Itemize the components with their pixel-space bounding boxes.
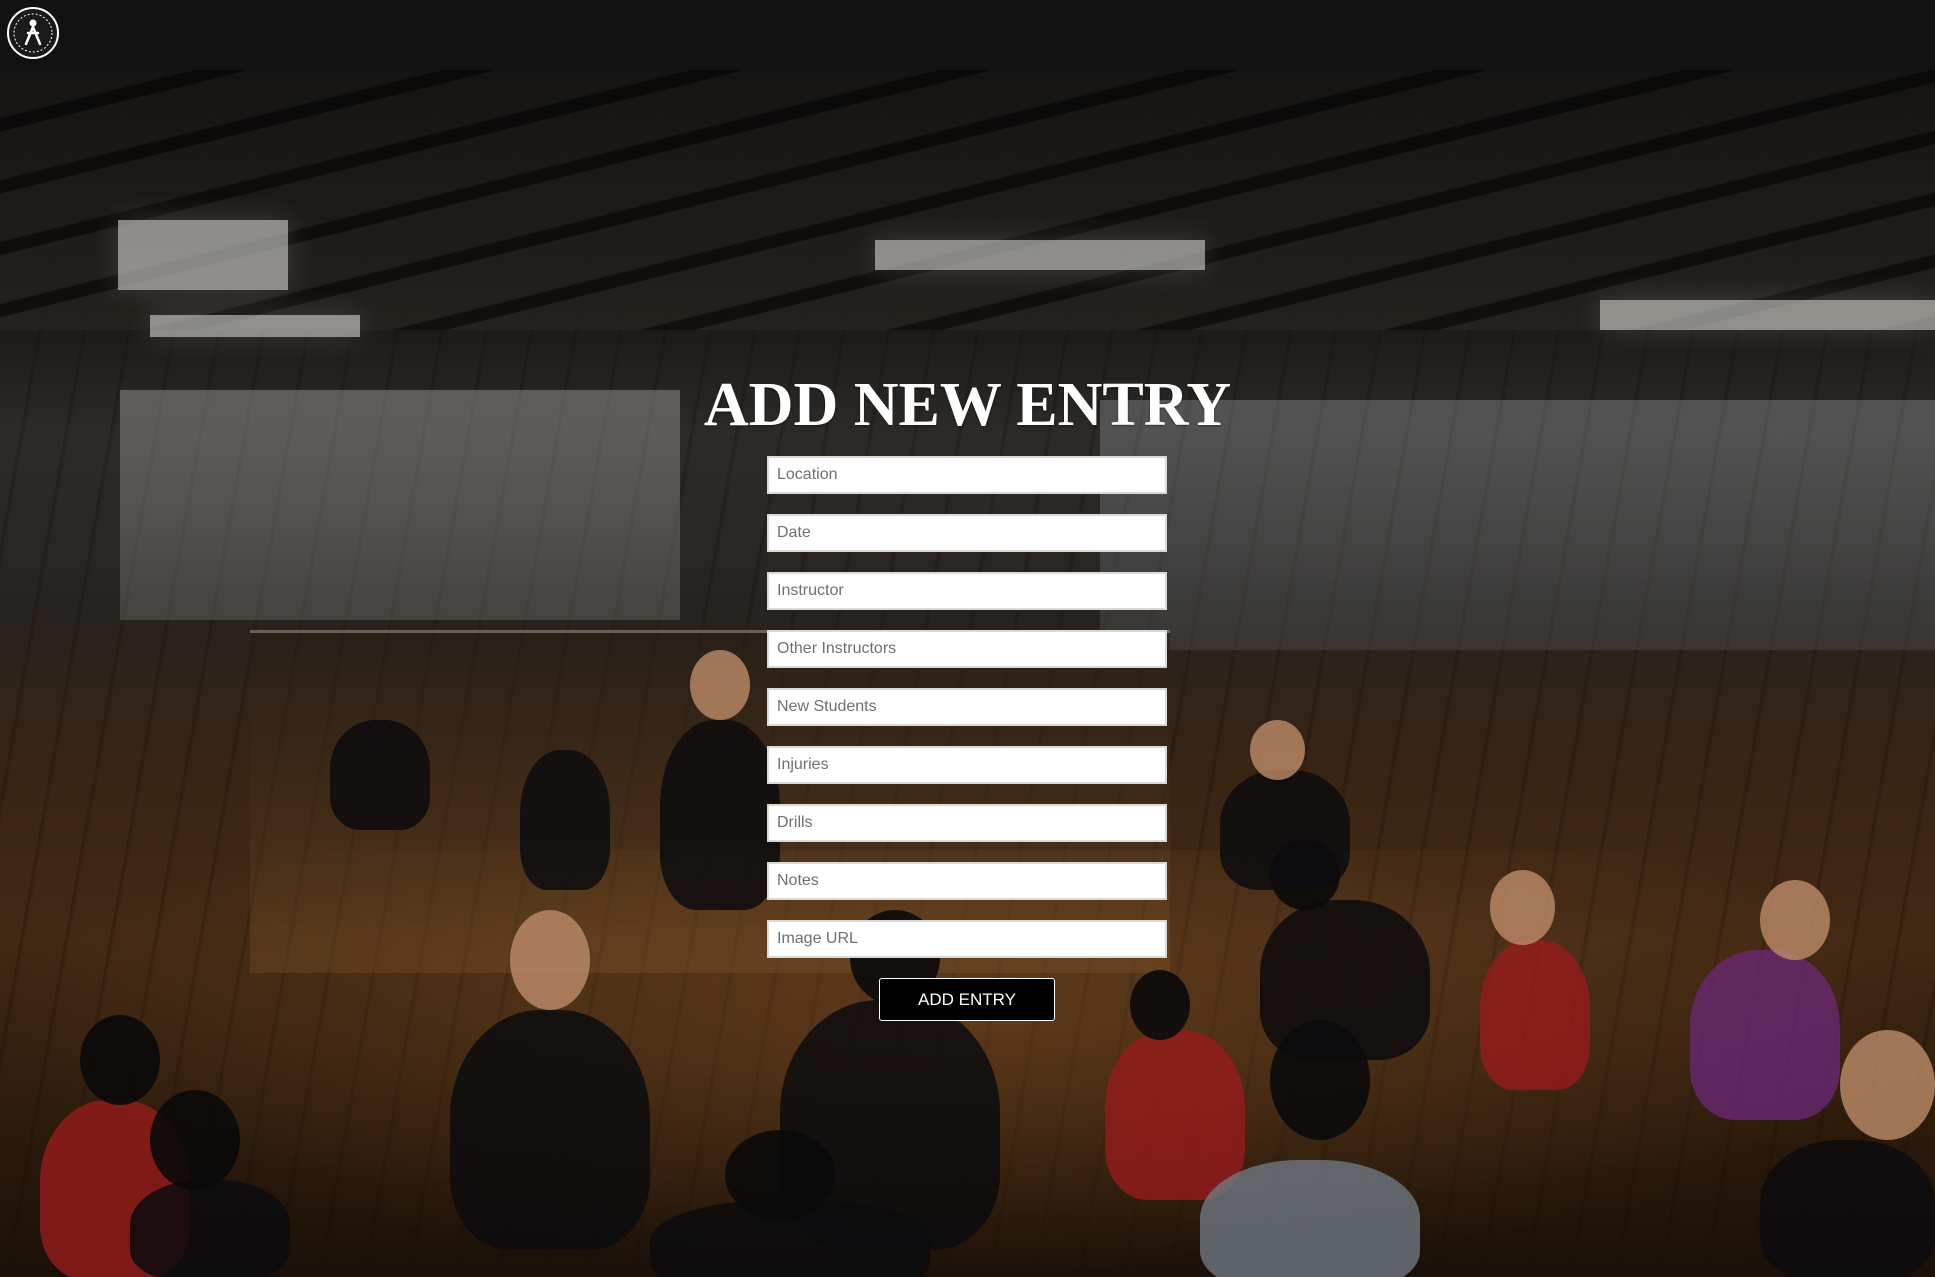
add-entry-button[interactable]: ADD ENTRY	[879, 978, 1055, 1021]
person-head	[725, 1130, 835, 1220]
ceiling-light	[118, 220, 288, 290]
seated-person	[1220, 770, 1350, 890]
instructor-input[interactable]	[767, 572, 1167, 610]
new-students-input[interactable]	[767, 688, 1167, 726]
page-title: ADD NEW ENTRY	[703, 370, 1232, 439]
notes-input[interactable]	[767, 862, 1167, 900]
seated-person	[520, 750, 610, 890]
wing-chun-emblem-icon[interactable]	[6, 6, 60, 60]
image-url-input[interactable]	[767, 920, 1167, 958]
seated-person	[1105, 1030, 1245, 1200]
ceiling-light	[150, 315, 360, 337]
ceiling-light	[875, 240, 1205, 270]
seated-person	[1260, 900, 1430, 1060]
seated-person	[450, 1010, 650, 1250]
person-head	[1760, 880, 1830, 960]
seated-person	[1690, 950, 1840, 1120]
person-head	[1490, 870, 1555, 945]
add-entry-form	[767, 456, 1167, 978]
seated-person	[1200, 1160, 1420, 1277]
person-head	[150, 1090, 240, 1190]
person-head	[80, 1015, 160, 1105]
other-instructors-input[interactable]	[767, 630, 1167, 668]
person-head	[1130, 970, 1190, 1040]
person-head	[690, 650, 750, 720]
location-input[interactable]	[767, 456, 1167, 494]
ceiling-light	[1600, 300, 1935, 330]
ceiling-beams	[0, 70, 1935, 330]
seated-person	[1480, 940, 1590, 1090]
injuries-input[interactable]	[767, 746, 1167, 784]
seated-person	[660, 720, 780, 910]
person-head	[1250, 720, 1305, 780]
seated-person	[1760, 1140, 1935, 1277]
seated-person	[330, 720, 430, 830]
date-input[interactable]	[767, 514, 1167, 552]
top-navbar	[0, 0, 1935, 70]
person-head	[510, 910, 590, 1010]
person-head	[1840, 1030, 1935, 1140]
drills-input[interactable]	[767, 804, 1167, 842]
seated-person	[130, 1180, 290, 1277]
